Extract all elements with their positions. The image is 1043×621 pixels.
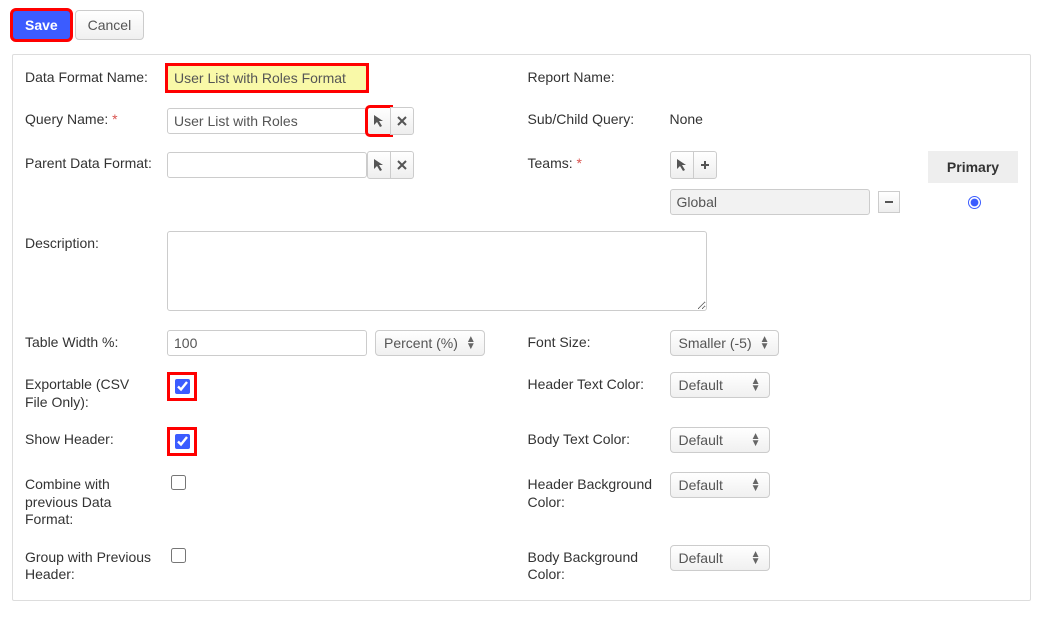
label-sub-child-query: Sub/Child Query: — [528, 107, 658, 129]
cell-header-bg-color: Default ▲▼ — [670, 472, 1019, 498]
label-parent-data-format: Parent Data Format: — [25, 151, 155, 173]
label-data-format-name: Data Format Name: — [25, 65, 155, 87]
form-panel: Data Format Name: Report Name: Query Nam… — [12, 54, 1031, 601]
exportable-checkbox[interactable] — [175, 379, 190, 394]
cell-font-size: Smaller (-5) ▲▼ — [670, 330, 1019, 356]
primary-column: Primary — [928, 151, 1018, 183]
team-remove-icon[interactable] — [878, 191, 900, 213]
cell-parent-data-format — [167, 151, 516, 179]
label-body-bg-color: Body Background Color: — [528, 545, 658, 584]
parent-data-format-picker-icon[interactable] — [367, 151, 391, 179]
header-bg-color-select[interactable]: Default ▲▼ — [670, 472, 770, 498]
query-name-picker-icon[interactable] — [367, 107, 391, 135]
table-width-unit-value: Percent (%) — [384, 335, 458, 351]
cell-combine-prev — [167, 472, 516, 493]
stepper-icon: ▲▼ — [751, 478, 761, 492]
label-font-size: Font Size: — [528, 330, 658, 352]
description-textarea[interactable] — [167, 231, 707, 311]
label-query-name: Query Name: — [25, 107, 155, 129]
cell-teams: Primary — [670, 151, 1019, 215]
teams-add-icon[interactable] — [693, 151, 717, 179]
label-header-bg-color: Header Background Color: — [528, 472, 658, 511]
stepper-icon: ▲▼ — [466, 336, 476, 350]
label-header-text-color: Header Text Color: — [528, 372, 658, 394]
cell-exportable — [167, 372, 516, 401]
teams-picker-icon[interactable] — [670, 151, 694, 179]
group-prev-checkbox[interactable] — [171, 548, 186, 563]
primary-header: Primary — [928, 151, 1018, 183]
label-teams: Teams: — [528, 151, 658, 173]
label-description: Description: — [25, 231, 155, 253]
cell-description — [167, 231, 1018, 314]
combine-prev-checkbox[interactable] — [171, 475, 186, 490]
stepper-icon: ▲▼ — [760, 336, 770, 350]
team-primary-radio[interactable] — [968, 196, 981, 209]
header-bg-color-value: Default — [679, 477, 723, 493]
stepper-icon: ▲▼ — [751, 433, 761, 447]
font-size-value: Smaller (-5) — [679, 335, 752, 351]
cell-header-text-color: Default ▲▼ — [670, 372, 1019, 398]
cell-query-name — [167, 107, 516, 135]
cell-show-header — [167, 427, 516, 456]
label-show-header: Show Header: — [25, 427, 155, 449]
stepper-icon: ▲▼ — [751, 378, 761, 392]
table-width-unit-select[interactable]: Percent (%) ▲▼ — [375, 330, 485, 356]
parent-data-format-input[interactable] — [167, 152, 367, 178]
cell-table-width: Percent (%) ▲▼ — [167, 330, 516, 356]
stepper-icon: ▲▼ — [751, 551, 761, 565]
cell-group-prev — [167, 545, 516, 566]
show-header-checkbox[interactable] — [175, 434, 190, 449]
table-width-input[interactable] — [167, 330, 367, 356]
cancel-button[interactable]: Cancel — [75, 10, 145, 40]
label-group-prev: Group with Previous Header: — [25, 545, 155, 584]
parent-data-format-clear-icon[interactable] — [390, 151, 414, 179]
label-table-width: Table Width %: — [25, 330, 155, 352]
body-text-color-select[interactable]: Default ▲▼ — [670, 427, 770, 453]
body-bg-color-select[interactable]: Default ▲▼ — [670, 545, 770, 571]
query-name-clear-icon[interactable] — [390, 107, 414, 135]
header-text-color-select[interactable]: Default ▲▼ — [670, 372, 770, 398]
report-name-value — [670, 65, 1019, 69]
label-report-name: Report Name: — [528, 65, 658, 87]
cell-data-format-name — [167, 65, 516, 91]
cell-body-bg-color: Default ▲▼ — [670, 545, 1019, 571]
label-exportable: Exportable (CSV File Only): — [25, 372, 155, 411]
save-button[interactable]: Save — [12, 10, 71, 40]
cell-body-text-color: Default ▲▼ — [670, 427, 1019, 453]
header-text-color-value: Default — [679, 377, 723, 393]
sub-child-query-value: None — [670, 107, 1019, 127]
body-bg-color-value: Default — [679, 550, 723, 566]
label-body-text-color: Body Text Color: — [528, 427, 658, 449]
label-combine-prev: Combine with previous Data Format: — [25, 472, 155, 529]
toolbar: Save Cancel — [12, 10, 1031, 40]
team-row — [670, 189, 1019, 215]
body-text-color-value: Default — [679, 432, 723, 448]
font-size-select[interactable]: Smaller (-5) ▲▼ — [670, 330, 779, 356]
data-format-name-input[interactable] — [167, 65, 367, 91]
team-name-input[interactable] — [670, 189, 870, 215]
query-name-input[interactable] — [167, 108, 367, 134]
